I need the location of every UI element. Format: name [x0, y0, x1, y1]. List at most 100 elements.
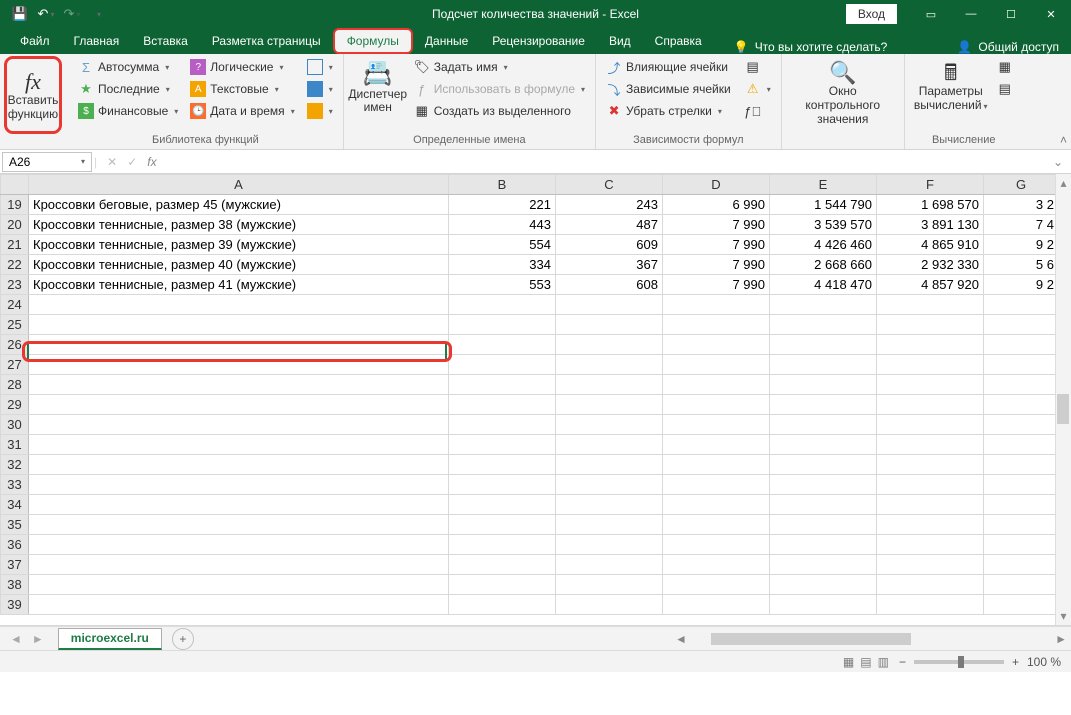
- row-header[interactable]: 32: [1, 455, 29, 475]
- cell[interactable]: [556, 295, 663, 315]
- tab-data[interactable]: Данные: [413, 28, 480, 54]
- cell[interactable]: 7 4: [984, 215, 1059, 235]
- cell[interactable]: [663, 375, 770, 395]
- formula-input[interactable]: [157, 152, 1071, 172]
- cell[interactable]: [663, 355, 770, 375]
- cell[interactable]: [449, 475, 556, 495]
- cell[interactable]: [29, 455, 449, 475]
- create-from-selection-button[interactable]: ▦Создать из выделенного: [410, 100, 589, 122]
- cell[interactable]: [770, 515, 877, 535]
- row-header[interactable]: 28: [1, 375, 29, 395]
- cell[interactable]: [556, 435, 663, 455]
- cell[interactable]: 3 539 570: [770, 215, 877, 235]
- tab-file[interactable]: Файл: [8, 28, 62, 54]
- accept-formula-button[interactable]: ✓: [127, 155, 137, 169]
- cell[interactable]: [556, 335, 663, 355]
- cell[interactable]: [449, 335, 556, 355]
- cell[interactable]: [29, 415, 449, 435]
- trace-precedents-button[interactable]: ⤴Влияющие ячейки: [602, 56, 735, 78]
- col-header[interactable]: E: [770, 175, 877, 195]
- cell[interactable]: Кроссовки теннисные, размер 39 (мужские): [29, 235, 449, 255]
- cell[interactable]: [877, 335, 984, 355]
- page-break-view-button[interactable]: ▥: [878, 655, 889, 669]
- cell[interactable]: [877, 495, 984, 515]
- cell[interactable]: [556, 535, 663, 555]
- cell[interactable]: [663, 475, 770, 495]
- cell[interactable]: [449, 435, 556, 455]
- select-all-button[interactable]: [1, 175, 29, 195]
- tab-formulas[interactable]: Формулы: [333, 28, 413, 54]
- maximize-button[interactable]: ☐: [991, 0, 1031, 28]
- cell[interactable]: Кроссовки теннисные, размер 38 (мужские): [29, 215, 449, 235]
- new-sheet-button[interactable]: +: [172, 628, 194, 650]
- cell[interactable]: [984, 515, 1059, 535]
- cell[interactable]: [556, 315, 663, 335]
- cell[interactable]: [663, 295, 770, 315]
- row-header[interactable]: 25: [1, 315, 29, 335]
- cell[interactable]: [663, 415, 770, 435]
- row-header[interactable]: 35: [1, 515, 29, 535]
- cell[interactable]: [877, 355, 984, 375]
- cell[interactable]: [449, 575, 556, 595]
- cell[interactable]: [877, 535, 984, 555]
- cell[interactable]: [29, 295, 449, 315]
- col-header[interactable]: F: [877, 175, 984, 195]
- cell[interactable]: [984, 295, 1059, 315]
- cell[interactable]: 7 990: [663, 255, 770, 275]
- cell[interactable]: 443: [449, 215, 556, 235]
- col-header[interactable]: G: [984, 175, 1059, 195]
- cell[interactable]: [984, 435, 1059, 455]
- cell[interactable]: [556, 455, 663, 475]
- tell-me-search[interactable]: 💡 Что вы хотите сделать?: [734, 40, 888, 54]
- col-header[interactable]: C: [556, 175, 663, 195]
- cell[interactable]: 5 6: [984, 255, 1059, 275]
- redo-button[interactable]: ↷▾: [60, 2, 84, 26]
- cell[interactable]: Кроссовки теннисные, размер 41 (мужские): [29, 275, 449, 295]
- cell[interactable]: [770, 415, 877, 435]
- cell[interactable]: 367: [556, 255, 663, 275]
- row-header[interactable]: 23: [1, 275, 29, 295]
- tab-insert[interactable]: Вставка: [131, 28, 200, 54]
- cell[interactable]: [877, 315, 984, 335]
- cell[interactable]: 9 2: [984, 275, 1059, 295]
- insert-function-button[interactable]: fx Вставить функцию: [4, 56, 62, 134]
- cell[interactable]: [449, 535, 556, 555]
- cell[interactable]: [770, 555, 877, 575]
- cell[interactable]: [877, 435, 984, 455]
- ribbon-options-button[interactable]: ▭: [911, 0, 951, 28]
- cell[interactable]: [877, 475, 984, 495]
- error-check-button[interactable]: ⚠▾: [741, 78, 775, 100]
- cell[interactable]: [984, 315, 1059, 335]
- cell[interactable]: [877, 395, 984, 415]
- undo-button[interactable]: ↶▾: [34, 2, 58, 26]
- row-header[interactable]: 20: [1, 215, 29, 235]
- cell[interactable]: [449, 375, 556, 395]
- cell[interactable]: [770, 395, 877, 415]
- cell[interactable]: [984, 535, 1059, 555]
- row-header[interactable]: 24: [1, 295, 29, 315]
- cell[interactable]: [29, 555, 449, 575]
- row-header[interactable]: 33: [1, 475, 29, 495]
- cell[interactable]: [984, 335, 1059, 355]
- row-header[interactable]: 22: [1, 255, 29, 275]
- cell[interactable]: 6 990: [663, 195, 770, 215]
- cell[interactable]: [29, 395, 449, 415]
- cell[interactable]: [663, 435, 770, 455]
- cell[interactable]: [770, 595, 877, 615]
- vertical-scrollbar[interactable]: ▴ ▾: [1055, 174, 1071, 625]
- horizontal-scrollbar-thumb[interactable]: [711, 633, 911, 645]
- share-button[interactable]: 👤 Общий доступ: [957, 40, 1059, 54]
- horizontal-scrollbar[interactable]: ◄ ►: [671, 632, 1071, 646]
- cell[interactable]: [449, 315, 556, 335]
- cell[interactable]: [449, 555, 556, 575]
- cell[interactable]: [984, 415, 1059, 435]
- cell[interactable]: [29, 315, 449, 335]
- cell[interactable]: [984, 475, 1059, 495]
- cell[interactable]: [770, 315, 877, 335]
- cell[interactable]: 9 2: [984, 235, 1059, 255]
- cell[interactable]: 4 426 460: [770, 235, 877, 255]
- cell[interactable]: [663, 575, 770, 595]
- cell[interactable]: 2 932 330: [877, 255, 984, 275]
- cell[interactable]: [663, 335, 770, 355]
- cell[interactable]: [877, 575, 984, 595]
